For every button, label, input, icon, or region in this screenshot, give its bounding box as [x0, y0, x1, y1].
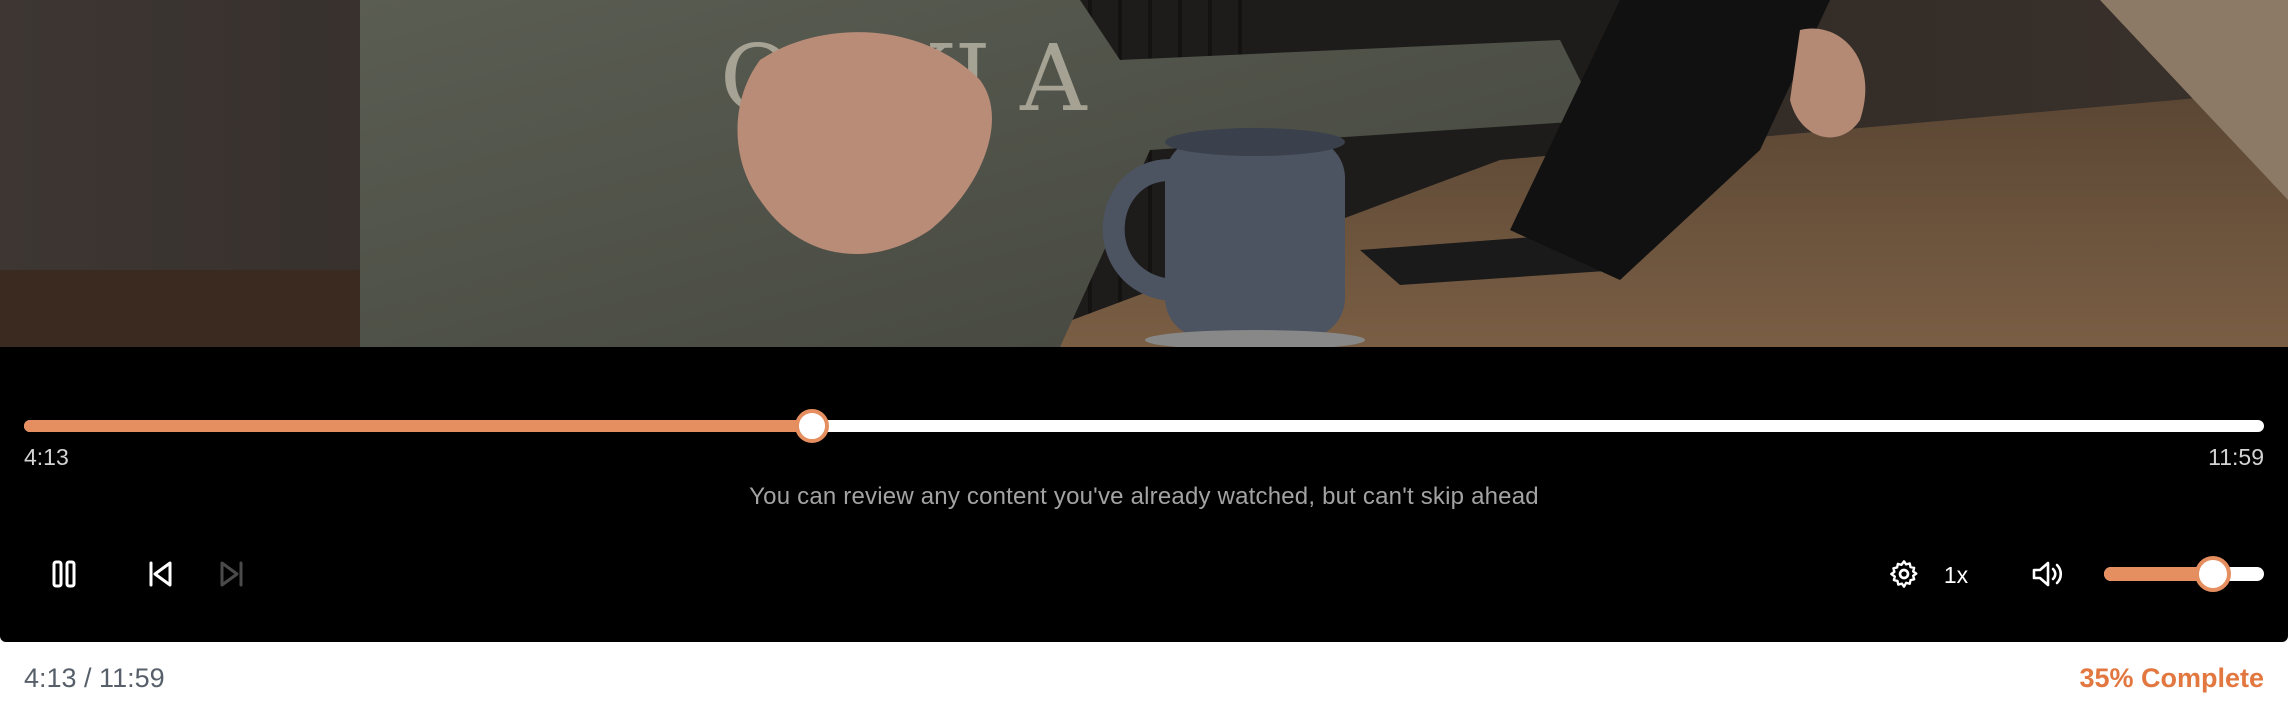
video-scene: OL KI A: [0, 0, 2288, 347]
video-player: OL KI A 4:13 11:59 You can review any co…: [0, 0, 2288, 642]
completion-status: 35% Complete: [2079, 663, 2264, 693]
playback-speed-button[interactable]: 1x: [1938, 557, 1974, 593]
pause-button[interactable]: [42, 552, 86, 596]
volume-button[interactable]: [2026, 552, 2070, 596]
elapsed-total-time: 4:13 / 11:59: [24, 663, 165, 693]
current-time: 4:13: [24, 444, 69, 470]
skip-forward-icon: [220, 561, 243, 587]
seek-progress-fill: [24, 420, 813, 432]
seek-bar[interactable]: [24, 409, 2264, 443]
volume-thumb[interactable]: [2194, 556, 2231, 592]
next-button[interactable]: [210, 552, 254, 596]
total-time: 11:59: [2208, 444, 2264, 470]
skip-restriction-notice: You can review any content you've alread…: [749, 483, 1539, 510]
volume-slider[interactable]: [2104, 556, 2264, 592]
seek-thumb[interactable]: [795, 409, 830, 443]
pause-icon: [52, 560, 76, 588]
video-frame[interactable]: OL KI A: [0, 0, 2288, 347]
gear-icon: [1890, 560, 1918, 588]
settings-button[interactable]: [1882, 552, 1926, 596]
previous-button[interactable]: [138, 552, 182, 596]
volume-icon: [2032, 561, 2063, 587]
skip-back-icon: [149, 561, 172, 587]
